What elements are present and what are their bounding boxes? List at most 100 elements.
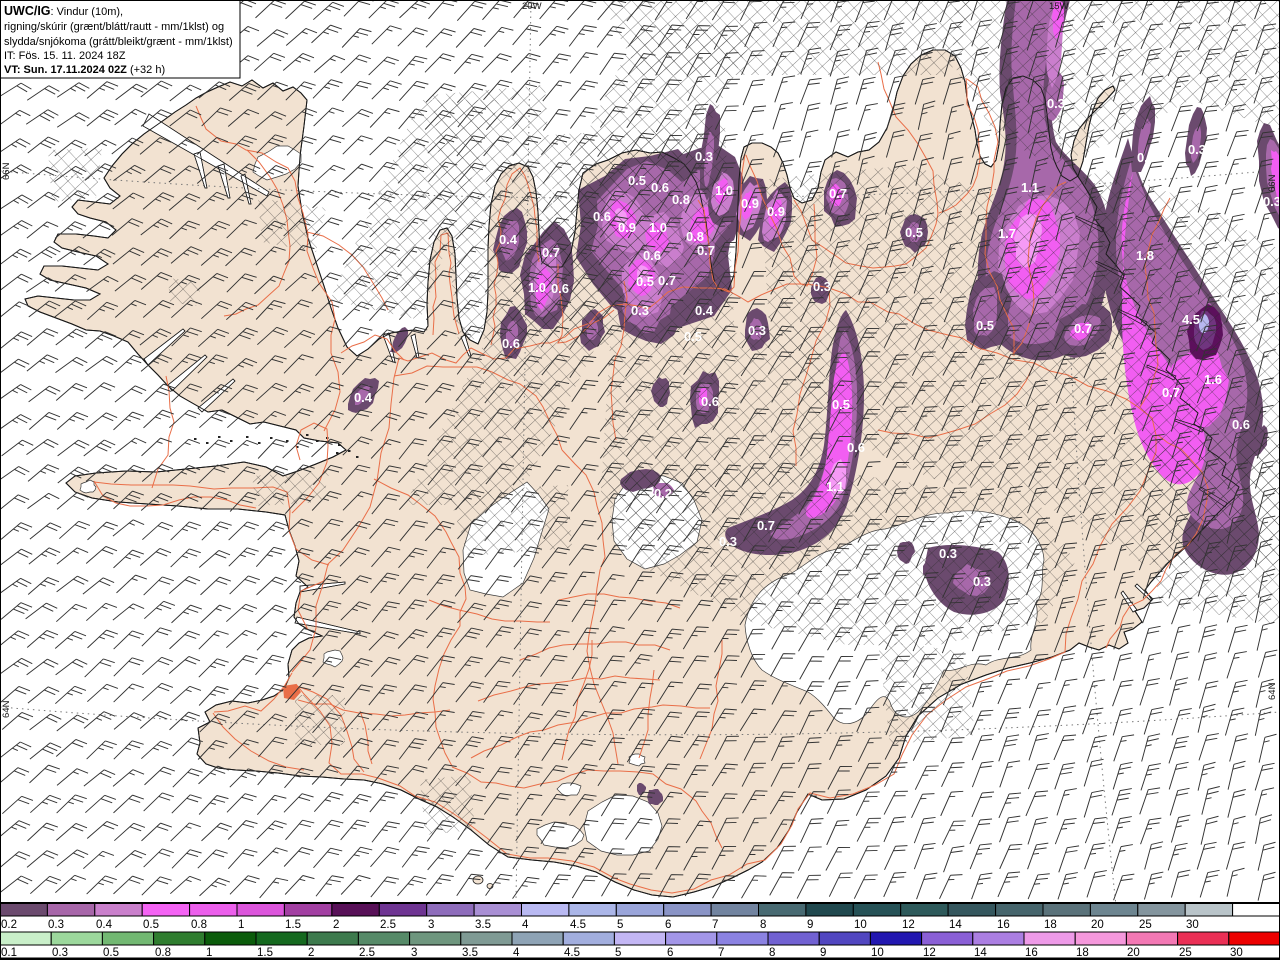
- svg-text:20: 20: [1091, 919, 1104, 931]
- svg-text:25: 25: [1179, 947, 1192, 959]
- svg-text:0.3: 0.3: [813, 279, 831, 294]
- svg-text:0.3: 0.3: [631, 303, 649, 318]
- svg-text:0.5: 0.5: [976, 318, 994, 333]
- svg-text:0.8: 0.8: [191, 919, 207, 931]
- svg-text:0.3: 0.3: [748, 323, 766, 338]
- svg-text:0.4: 0.4: [499, 232, 518, 247]
- svg-text:0.9: 0.9: [741, 196, 759, 211]
- svg-text:1.1: 1.1: [1021, 180, 1039, 195]
- svg-text:9: 9: [807, 919, 813, 931]
- svg-text:0.3: 0.3: [695, 149, 713, 164]
- svg-text:8: 8: [769, 947, 775, 959]
- svg-text:66N: 66N: [1267, 174, 1278, 192]
- svg-text:0.4: 0.4: [354, 390, 373, 405]
- svg-text:0.6: 0.6: [593, 209, 611, 224]
- svg-text:16: 16: [1025, 947, 1038, 959]
- svg-text:0.6: 0.6: [502, 336, 520, 351]
- svg-text:0.7: 0.7: [542, 245, 560, 260]
- svg-text:18: 18: [1044, 919, 1057, 931]
- svg-text:0.7: 0.7: [1074, 321, 1092, 336]
- svg-text:0.8: 0.8: [155, 947, 171, 959]
- svg-text:slydda/snjókoma (grátt/bleikt/: slydda/snjókoma (grátt/bleikt/grænt - mm…: [4, 36, 233, 48]
- svg-text:1.7: 1.7: [998, 226, 1016, 241]
- svg-text:30: 30: [1186, 919, 1199, 931]
- svg-text:1.5: 1.5: [285, 919, 301, 931]
- svg-text:5: 5: [615, 947, 621, 959]
- svg-text:30: 30: [1230, 947, 1243, 959]
- svg-text:10: 10: [871, 947, 884, 959]
- svg-text:0.5: 0.5: [636, 274, 654, 289]
- svg-text:8: 8: [760, 919, 766, 931]
- svg-text:5: 5: [617, 919, 623, 931]
- svg-text:0.3: 0.3: [52, 947, 68, 959]
- svg-text:7: 7: [712, 919, 718, 931]
- svg-text:0.6: 0.6: [701, 394, 719, 409]
- svg-text:0.3: 0.3: [1137, 150, 1155, 165]
- svg-text:0.3: 0.3: [719, 534, 737, 549]
- svg-text:0.1: 0.1: [1, 947, 17, 959]
- svg-text:12: 12: [923, 947, 936, 959]
- svg-text:0.8: 0.8: [672, 192, 690, 207]
- svg-text:0.7: 0.7: [1162, 385, 1180, 400]
- svg-text:0.6: 0.6: [643, 248, 661, 263]
- svg-text:IT: Fös. 15. 11. 2024 18Z: IT: Fös. 15. 11. 2024 18Z: [4, 50, 126, 62]
- svg-text:0.7: 0.7: [697, 243, 715, 258]
- svg-text:0.2: 0.2: [1, 919, 17, 931]
- svg-text:7: 7: [718, 947, 724, 959]
- svg-text:0.3: 0.3: [1047, 96, 1065, 111]
- svg-text:9: 9: [820, 947, 826, 959]
- svg-text:0.3: 0.3: [939, 546, 957, 561]
- svg-text:6: 6: [665, 919, 671, 931]
- svg-text:3.5: 3.5: [462, 947, 478, 959]
- svg-text:1: 1: [238, 919, 244, 931]
- svg-text:64N: 64N: [1, 700, 12, 718]
- svg-text:1.8: 1.8: [1136, 248, 1154, 263]
- svg-text:64N: 64N: [1267, 682, 1278, 700]
- svg-text:16: 16: [997, 919, 1010, 931]
- svg-text:4: 4: [513, 947, 520, 959]
- svg-text:1.6: 1.6: [1204, 372, 1222, 387]
- svg-text:2.5: 2.5: [359, 947, 375, 959]
- svg-text:0.6: 0.6: [1232, 417, 1250, 432]
- svg-text:3: 3: [411, 947, 417, 959]
- svg-text:20W: 20W: [522, 1, 542, 12]
- svg-text:20: 20: [1127, 947, 1140, 959]
- svg-text:0.6: 0.6: [551, 281, 569, 296]
- svg-text:66N: 66N: [1, 162, 12, 180]
- svg-text:1.0: 1.0: [715, 183, 733, 198]
- svg-text:14: 14: [949, 919, 962, 931]
- svg-text:0.7: 0.7: [658, 273, 676, 288]
- svg-text:1.5: 1.5: [257, 947, 273, 959]
- svg-text:0.3: 0.3: [48, 919, 64, 931]
- svg-text:4.5: 4.5: [564, 947, 580, 959]
- svg-text:0.3: 0.3: [973, 574, 991, 589]
- svg-text:0.4: 0.4: [695, 303, 714, 318]
- svg-text:0.3: 0.3: [1263, 194, 1280, 209]
- svg-text:10: 10: [854, 919, 867, 931]
- svg-text:2.5: 2.5: [380, 919, 396, 931]
- svg-text:0.9: 0.9: [767, 204, 785, 219]
- svg-text:6: 6: [667, 947, 673, 959]
- svg-text:1.1: 1.1: [826, 479, 844, 494]
- svg-text:0.7: 0.7: [757, 518, 775, 533]
- svg-text:0.2: 0.2: [654, 486, 672, 501]
- svg-text:1.0: 1.0: [528, 280, 546, 295]
- svg-text:0.5: 0.5: [143, 919, 159, 931]
- svg-text:0.3: 0.3: [1188, 142, 1206, 157]
- svg-text:0.6: 0.6: [847, 440, 865, 455]
- svg-text:0.4: 0.4: [96, 919, 113, 931]
- svg-text:12: 12: [902, 919, 915, 931]
- svg-text:0.6: 0.6: [651, 180, 669, 195]
- svg-text:0.5: 0.5: [905, 225, 923, 240]
- svg-text:0.8: 0.8: [686, 229, 704, 244]
- svg-text:UWC/IG: Vindur (10m),: UWC/IG: Vindur (10m),: [4, 4, 123, 18]
- svg-text:3.5: 3.5: [475, 919, 491, 931]
- svg-text:1.0: 1.0: [649, 220, 667, 235]
- svg-text:18: 18: [1076, 947, 1089, 959]
- svg-text:0.9: 0.9: [618, 220, 636, 235]
- svg-text:rigning/skúrir (grænt/blátt/ra: rigning/skúrir (grænt/blátt/rautt - mm/1…: [4, 21, 224, 33]
- svg-text:15W: 15W: [1049, 1, 1069, 12]
- svg-text:4: 4: [522, 919, 529, 931]
- svg-text:0.5: 0.5: [103, 947, 119, 959]
- svg-text:1: 1: [206, 947, 212, 959]
